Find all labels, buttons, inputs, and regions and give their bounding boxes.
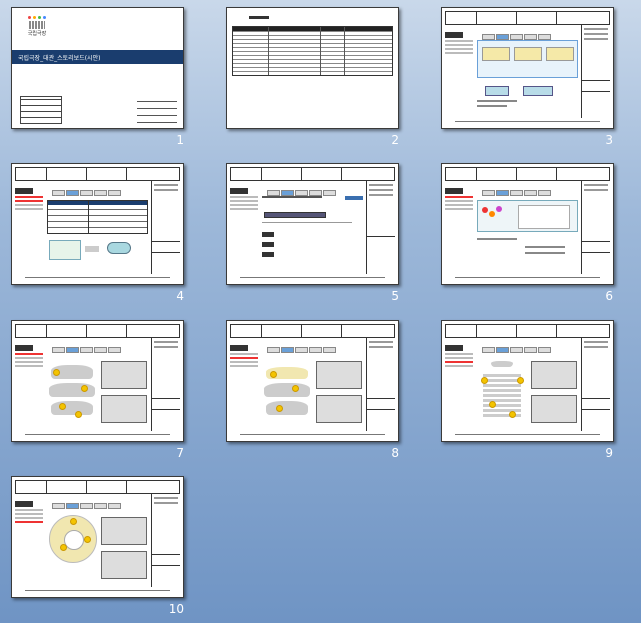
tab-row [267, 181, 368, 196]
left-nav [445, 32, 473, 118]
slide-footer [445, 120, 610, 126]
slide-number-9: 9 [605, 446, 613, 460]
slide-content [45, 503, 150, 585]
slide-thumbnail-7[interactable] [11, 320, 184, 442]
slide-number-10: 10 [168, 602, 184, 616]
slide-content [45, 347, 150, 429]
slide-number-5: 5 [391, 289, 399, 303]
title-bar: 국립극장_대관_스토리보드(시안) [12, 50, 183, 64]
tab-row [52, 181, 153, 196]
left-nav [15, 345, 43, 431]
slide-number-2: 2 [391, 133, 399, 147]
left-nav [445, 188, 473, 274]
slide-footer [445, 276, 610, 282]
slide-thumbnail-10[interactable] [11, 476, 184, 598]
tab-row [267, 338, 368, 353]
slide-footer [445, 433, 610, 439]
slide-content [260, 190, 365, 272]
description-panel [151, 181, 180, 274]
slide-header [15, 324, 180, 338]
slide-number-1: 1 [176, 133, 184, 147]
slide-footer [230, 276, 395, 282]
slide-number-7: 7 [176, 446, 184, 460]
slide-content [475, 190, 580, 272]
description-panel [581, 181, 610, 274]
slide-header [445, 11, 610, 25]
left-nav [230, 188, 258, 274]
slide-content [45, 190, 150, 272]
description-panel [366, 338, 395, 431]
slide-content [475, 34, 580, 116]
slide-header [230, 167, 395, 181]
tab-row [482, 25, 583, 40]
slide-header [15, 480, 180, 494]
description-panel [581, 338, 610, 431]
slide-header [230, 324, 395, 338]
left-nav [445, 345, 473, 431]
slide-footer [15, 589, 180, 595]
description-panel [366, 181, 395, 274]
slide-header [445, 324, 610, 338]
slide-thumbnail-1[interactable]: 국립극장 국립극장_대관_스토리보드(시안) [11, 7, 184, 129]
slide-footer [15, 433, 180, 439]
tab-row [482, 338, 583, 353]
history-heading [249, 16, 269, 19]
slide-content [260, 347, 365, 429]
slide-thumbnail-8[interactable] [226, 320, 399, 442]
description-panel [581, 25, 610, 118]
version-table [20, 96, 62, 124]
slide-number-3: 3 [605, 133, 613, 147]
slide-number-4: 4 [176, 289, 184, 303]
history-table [232, 26, 393, 76]
info-lines [137, 98, 177, 128]
description-panel [151, 494, 180, 587]
seat-map [477, 355, 527, 423]
left-nav [15, 188, 43, 274]
slide-footer [15, 276, 180, 282]
seat-map [47, 355, 97, 423]
tab-row [52, 338, 153, 353]
slide-header [445, 167, 610, 181]
slide-footer [230, 433, 395, 439]
logo-icon: 국립극장 [22, 16, 52, 38]
slide-thumbnail-9[interactable] [441, 320, 614, 442]
slide-thumbnail-6[interactable] [441, 163, 614, 285]
left-nav [15, 501, 43, 587]
slide-number-8: 8 [391, 446, 399, 460]
slide-thumbnail-3[interactable] [441, 7, 614, 129]
description-panel [151, 338, 180, 431]
slide-number-6: 6 [605, 289, 613, 303]
slide-content [475, 347, 580, 429]
slide-thumbnail-4[interactable] [11, 163, 184, 285]
left-nav [230, 345, 258, 431]
seat-map [262, 355, 312, 423]
slide-thumbnail-2[interactable] [226, 7, 399, 129]
slide-header [15, 167, 180, 181]
slide-thumbnail-5[interactable] [226, 163, 399, 285]
logo-text: 국립극장 [27, 31, 47, 37]
tab-row [52, 494, 153, 509]
slide-title: 국립극장_대관_스토리보드(시안) [18, 55, 101, 62]
tab-row [482, 181, 583, 196]
seat-map [49, 515, 97, 563]
